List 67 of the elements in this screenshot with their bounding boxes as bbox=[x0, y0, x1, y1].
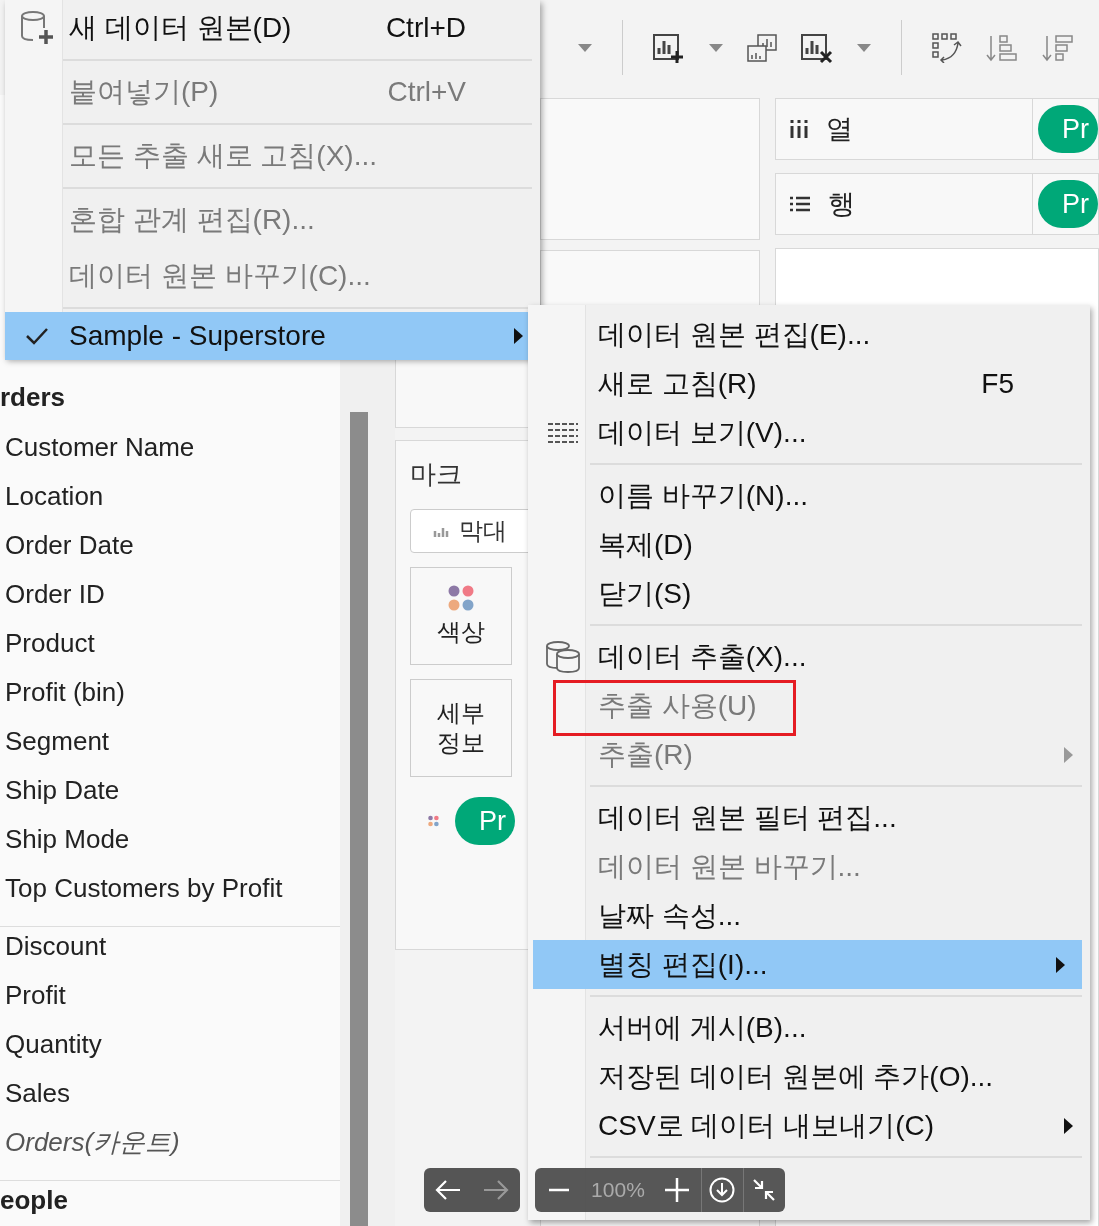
caret-icon[interactable] bbox=[576, 43, 594, 52]
menu-item[interactable]: 복제(D) bbox=[528, 520, 1090, 569]
shortcut-text: F5 bbox=[981, 366, 1014, 401]
columns-icon bbox=[790, 120, 808, 138]
back-arrow-icon bbox=[435, 1180, 461, 1200]
field-item[interactable]: Profit (bin) bbox=[0, 677, 340, 726]
menu-item[interactable]: 데이터 원본 필터 편집... bbox=[528, 793, 1090, 842]
swap-icon[interactable] bbox=[932, 32, 962, 63]
menu-item[interactable]: CSV로 데이터 내보내기(C) bbox=[528, 1101, 1090, 1150]
add-chart-icon[interactable] bbox=[653, 31, 685, 64]
menu-item[interactable]: 별칭 편집(I)... bbox=[533, 940, 1082, 989]
download-icon bbox=[709, 1177, 736, 1203]
card-title: 마크 bbox=[410, 458, 463, 491]
field-item[interactable]: Ship Date bbox=[0, 775, 340, 824]
caret-icon[interactable] bbox=[707, 43, 725, 52]
field-item[interactable]: Order ID bbox=[0, 579, 340, 628]
shelf-label: 행 bbox=[828, 187, 855, 221]
collapse-icon bbox=[752, 1178, 777, 1202]
table-heading[interactable]: rders bbox=[0, 382, 340, 432]
submenu-arrow-icon bbox=[1055, 956, 1065, 973]
menu-item[interactable]: 새로 고침(R) F5 bbox=[528, 359, 1090, 408]
database-add-icon bbox=[20, 10, 54, 46]
field-item[interactable]: Ship Mode bbox=[0, 824, 340, 873]
submenu-arrow-icon bbox=[1063, 1117, 1073, 1134]
field-item[interactable]: Discount bbox=[0, 931, 340, 980]
field-item[interactable]: Sales bbox=[0, 1078, 340, 1127]
menu-item[interactable]: 닫기(S) bbox=[528, 569, 1090, 618]
field-item[interactable]: Location bbox=[0, 481, 340, 530]
list-icon bbox=[790, 196, 810, 212]
menu-item[interactable]: 이름 바꾸기(N)... bbox=[528, 471, 1090, 520]
zoom-level: 100% bbox=[590, 1177, 646, 1204]
table-heading[interactable]: eople bbox=[0, 1185, 340, 1226]
detail-button[interactable]: 세부 정보 bbox=[410, 679, 512, 777]
menu-item[interactable]: 날짜 속성... bbox=[528, 891, 1090, 940]
color-button[interactable]: 색상 bbox=[410, 567, 512, 665]
plus-icon bbox=[665, 1178, 690, 1202]
menu-item[interactable]: 데이터 보기(V)... bbox=[528, 408, 1090, 457]
forward-arrow-icon bbox=[483, 1180, 509, 1200]
sort-ascending-icon[interactable] bbox=[986, 33, 1018, 62]
shortcut-text: Ctrl+D bbox=[385, 11, 466, 45]
sort-descending-icon[interactable] bbox=[1042, 33, 1074, 62]
table-icon bbox=[548, 421, 578, 444]
menu-item[interactable]: 새 데이터 원본(D) Ctrl+D bbox=[5, 0, 540, 56]
field-item[interactable]: Orders(카운트) bbox=[0, 1127, 340, 1176]
menu-item[interactable]: 데이터 추출(X)... bbox=[528, 632, 1090, 681]
shelf-label: 열 bbox=[826, 112, 853, 146]
field-item[interactable]: Quantity bbox=[0, 1029, 340, 1078]
field-item[interactable]: Customer Name bbox=[0, 432, 340, 481]
bar-chart-icon bbox=[433, 525, 449, 537]
field-item[interactable]: Profit bbox=[0, 980, 340, 1029]
submenu-arrow-icon bbox=[1063, 746, 1073, 763]
clear-chart-icon[interactable] bbox=[801, 31, 833, 64]
color-dots-icon bbox=[448, 585, 474, 611]
field-item[interactable]: Product bbox=[0, 628, 340, 677]
menu-item[interactable]: 저장된 데이터 원본에 추가(O)... bbox=[528, 1052, 1090, 1101]
mark-type-dropdown[interactable]: 막대 bbox=[410, 509, 529, 553]
shortcut-text: Ctrl+V bbox=[387, 75, 466, 109]
scrollbar[interactable] bbox=[350, 412, 368, 1226]
minus-icon bbox=[548, 1188, 569, 1192]
duplicate-chart-icon[interactable] bbox=[747, 33, 777, 62]
database-extract-icon bbox=[545, 639, 581, 674]
caret-icon[interactable] bbox=[855, 43, 873, 52]
menu-item[interactable]: 서버에 게시(B)... bbox=[528, 1003, 1090, 1052]
field-item[interactable]: Top Customers by Profit bbox=[0, 873, 340, 922]
field-item[interactable]: Segment bbox=[0, 726, 340, 775]
submenu-arrow-icon bbox=[513, 328, 523, 344]
field-item[interactable]: Order Date bbox=[0, 530, 340, 579]
